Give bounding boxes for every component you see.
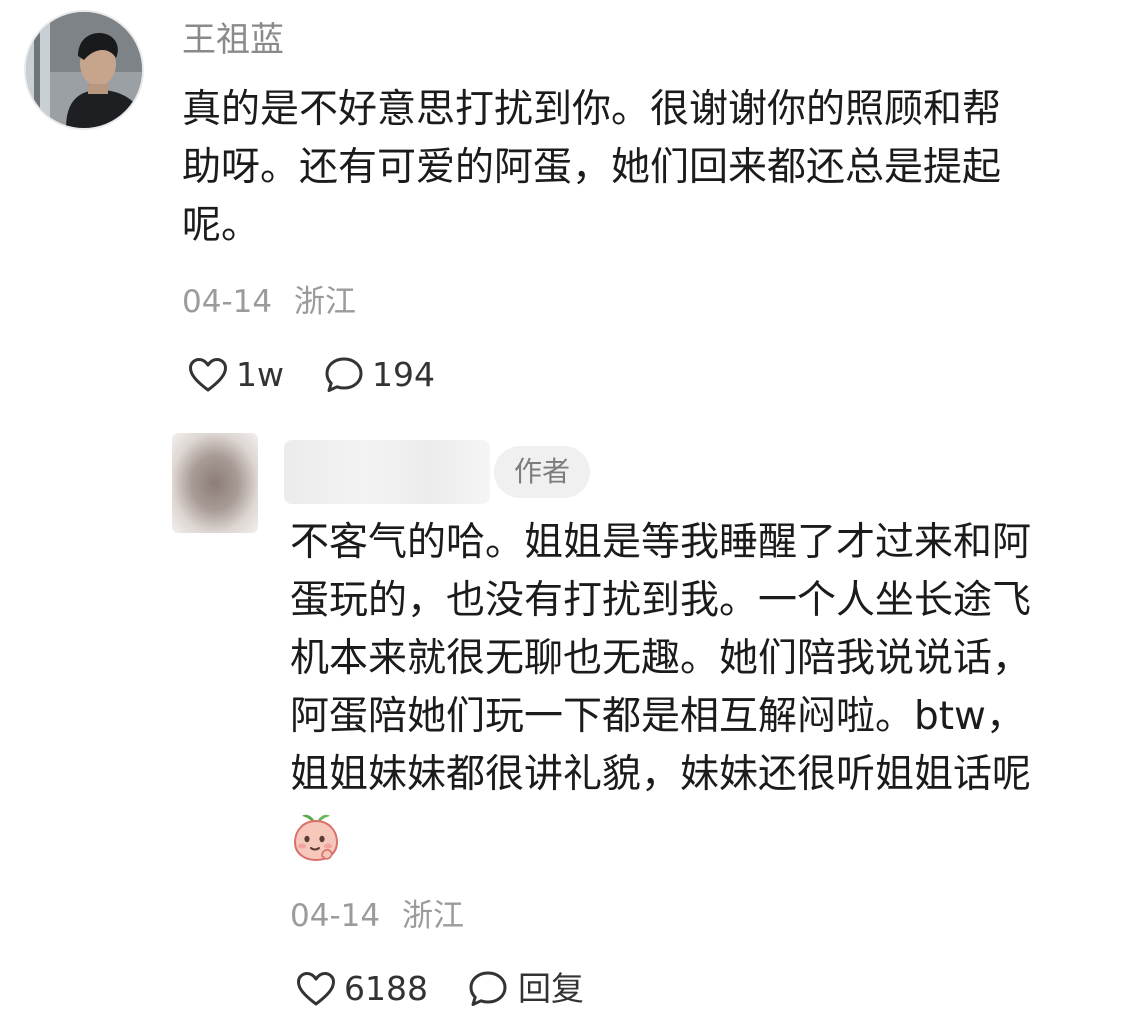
reply-meta: 04-14 浙江 (290, 894, 464, 938)
reply-text-line: 机本来就很无聊也无趣。她们陪我说说话， (290, 636, 1032, 681)
reply-like-button[interactable]: 6188 (296, 967, 428, 1011)
like-count: 1w (236, 355, 284, 394)
speech-bubble-icon (469, 971, 507, 1006)
reply-avatar[interactable] (172, 433, 258, 533)
heart-icon (189, 358, 227, 392)
reply-actions: 6188 回复 (296, 964, 584, 1014)
commenter-name[interactable]: 王祖蓝 (182, 18, 284, 62)
comment-text: 真的是不好意思打扰到你。很谢谢你的照顾和帮 助呀。还有可爱的阿蛋，她们回来都还总… (182, 81, 1082, 255)
reply-author-name-blurred[interactable] (284, 440, 490, 504)
reply-button[interactable]: 回复 (468, 967, 584, 1011)
comment-text-line: 真的是不好意思打扰到你。很谢谢你的照顾和帮 (182, 87, 1002, 132)
reply-text-line: 不客气的哈。姐姐是等我睡醒了才过来和阿 (290, 520, 1032, 565)
reply-location: 浙江 (401, 898, 464, 934)
reply-text-line: 姐姐妹妹都很讲礼貌，妹妹还很听姐姐话呢 (290, 752, 1032, 797)
reply-text-line: 阿蛋陪她们玩一下都是相互解闷啦。btw， (290, 694, 1025, 739)
person-photo-avatar-icon (26, 12, 142, 128)
author-badge: 作者 (494, 446, 590, 498)
comment-meta: 04-14 浙江 (182, 280, 356, 324)
comment-location: 浙江 (293, 284, 356, 320)
reply-like-count: 6188 (344, 969, 428, 1008)
reply-date: 04-14 (290, 898, 381, 934)
like-button[interactable]: 1w (188, 353, 284, 397)
reply-text: 不客气的哈。姐姐是等我睡醒了才过来和阿 蛋玩的，也没有打扰到我。一个人坐长途飞 … (290, 514, 1110, 804)
peach-face-emoji-icon (293, 814, 339, 862)
reply-count-button[interactable]: 194 (324, 353, 435, 397)
reply-label: 回复 (517, 969, 584, 1008)
comment-text-line: 助呀。还有可爱的阿蛋，她们回来都还总是提起 (182, 145, 1002, 190)
speech-bubble-icon (325, 357, 363, 392)
reply-text-line: 蛋玩的，也没有打扰到我。一个人坐长途飞 (290, 578, 1032, 623)
commenter-avatar[interactable] (26, 12, 142, 128)
comment-date: 04-14 (182, 284, 273, 320)
comment-actions: 1w 194 (188, 350, 435, 400)
reply-count: 194 (372, 355, 435, 394)
comment-text-line: 呢。 (182, 203, 261, 248)
heart-icon (297, 972, 335, 1006)
